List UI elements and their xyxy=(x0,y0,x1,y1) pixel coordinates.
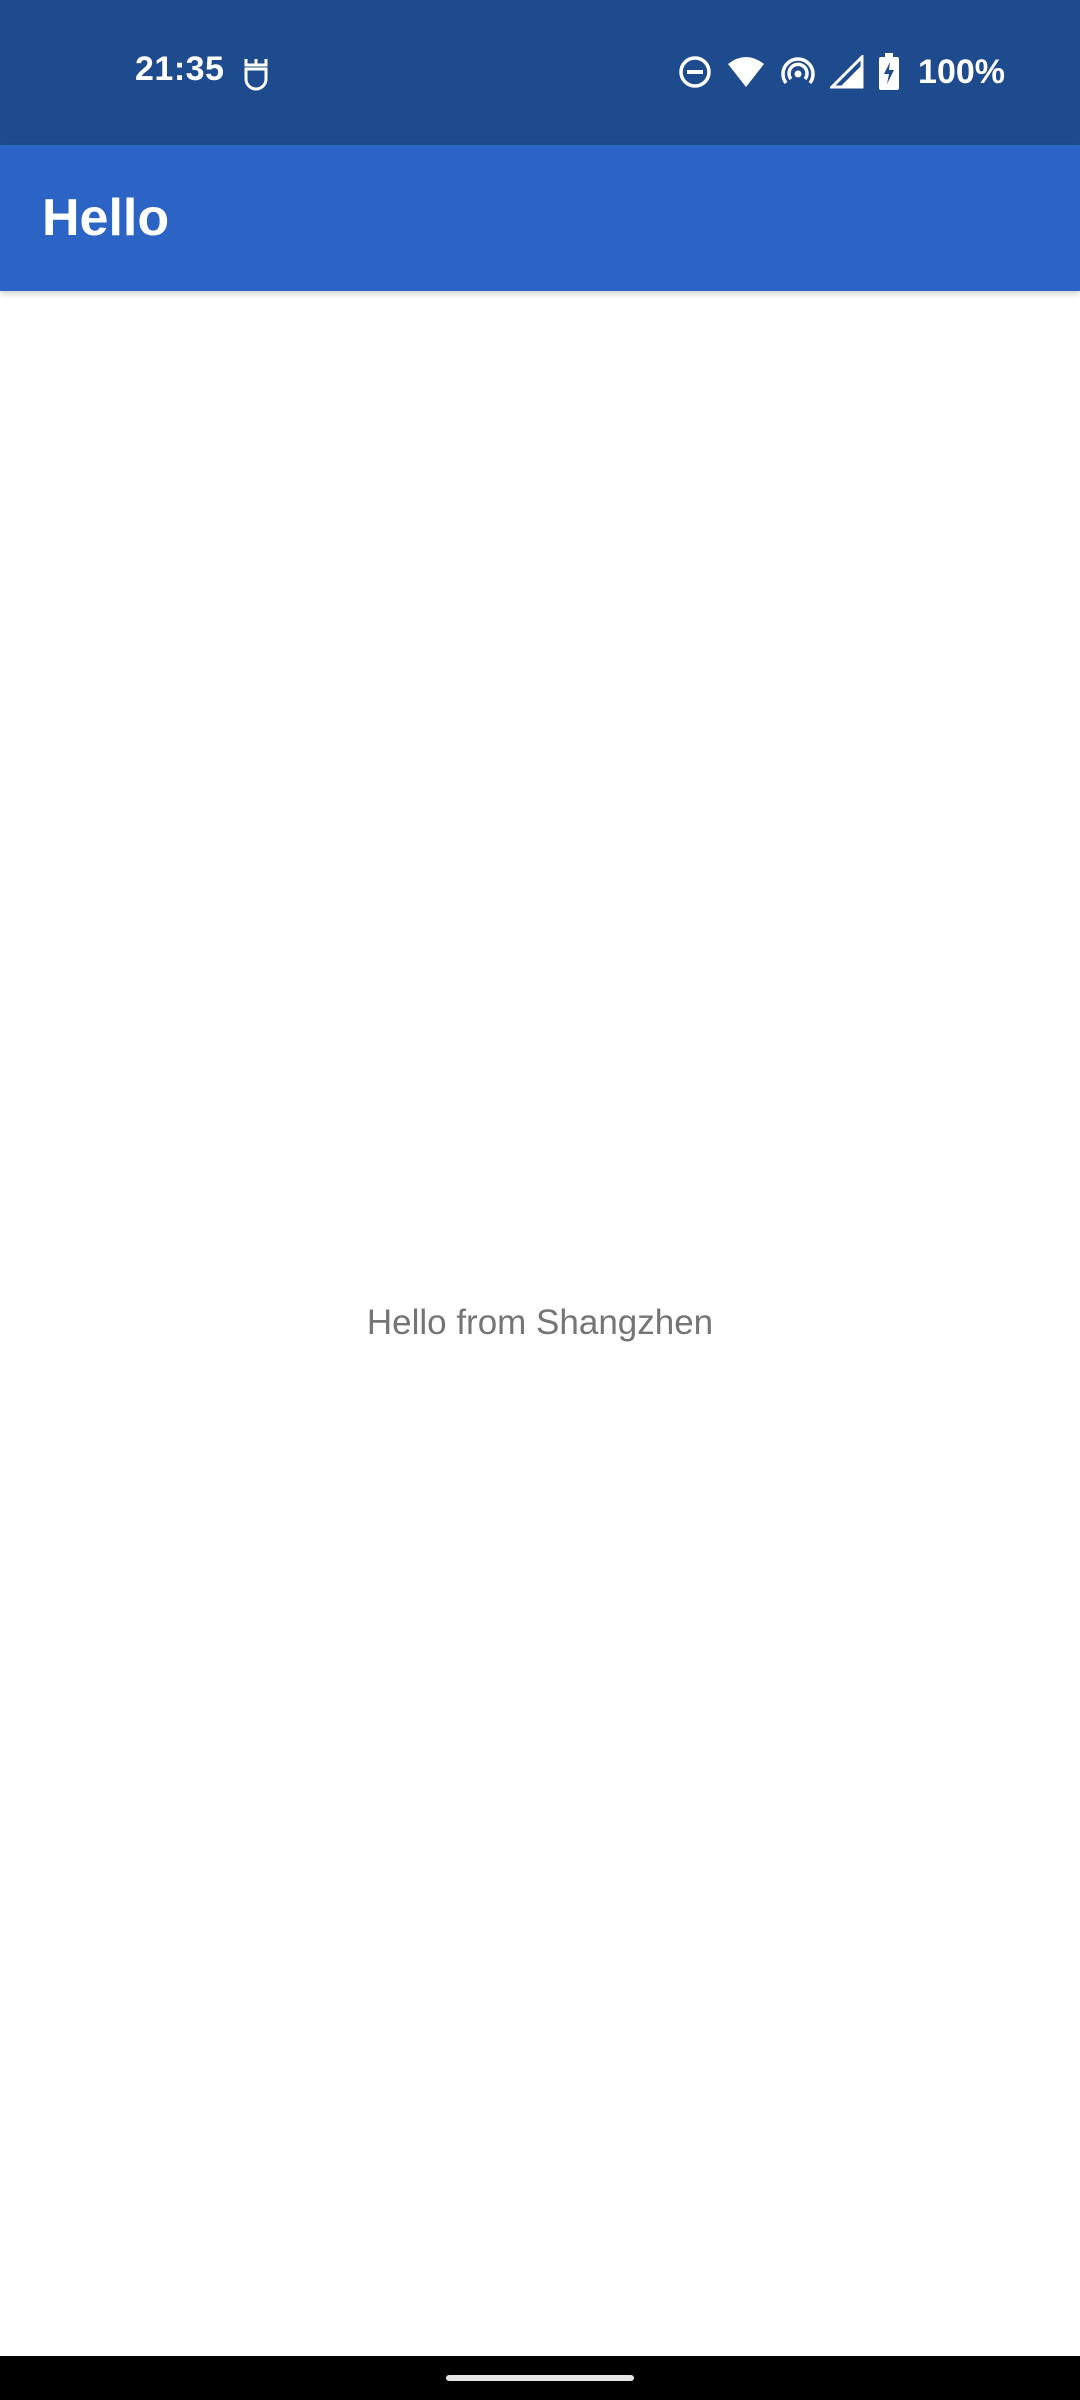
status-bar: 21:35 100% xyxy=(0,0,1080,145)
app-title: Hello xyxy=(42,189,170,247)
wifi-icon xyxy=(726,56,766,88)
do-not-disturb-icon xyxy=(678,55,712,89)
app-bar: Hello xyxy=(0,145,1080,291)
cellular-signal-icon xyxy=(830,55,864,89)
battery-charging-icon xyxy=(878,53,900,91)
hello-message: Hello from Shangzhen xyxy=(366,1303,714,1342)
status-icons: 100% xyxy=(678,50,1005,94)
hotspot-icon xyxy=(780,55,816,89)
notification-icon xyxy=(240,55,272,93)
screen: 21:35 100% Hello Hello from Shangzhen xyxy=(0,0,1080,2400)
status-time: 21:35 xyxy=(135,50,225,88)
battery-percentage: 100% xyxy=(918,52,1005,91)
home-gesture-handle[interactable] xyxy=(446,2375,634,2381)
main-content: Hello from Shangzhen xyxy=(0,291,1080,2356)
navigation-bar xyxy=(0,2356,1080,2400)
